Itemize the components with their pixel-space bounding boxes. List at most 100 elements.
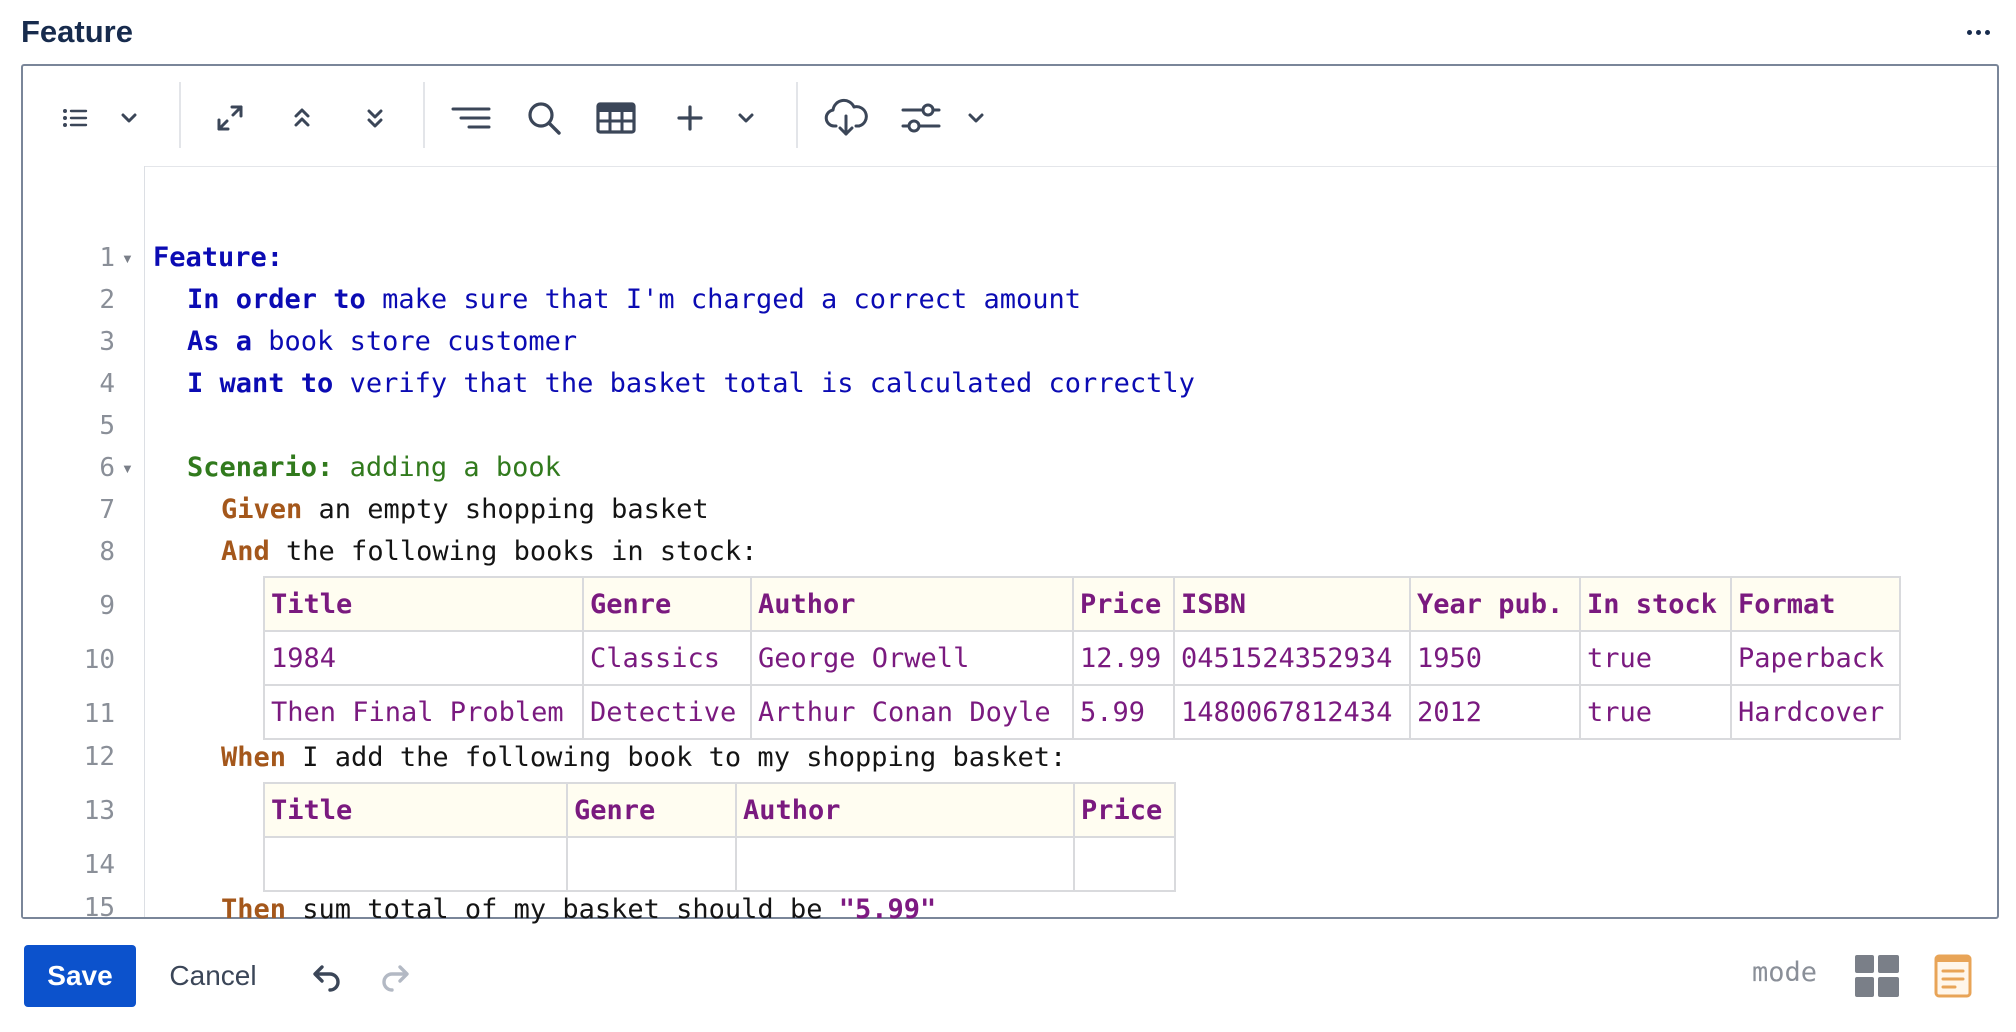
table-cell[interactable]: 2012 [1409, 684, 1581, 740]
toolbar-divider [179, 82, 181, 148]
table-cell[interactable]: Classics [582, 630, 752, 686]
line-number: 3 [99, 327, 115, 357]
string-literal: "5.99" [838, 894, 937, 925]
search-icon[interactable] [522, 96, 566, 140]
chevron-down-icon[interactable] [954, 96, 998, 140]
table-header-cell[interactable]: Price [1073, 782, 1176, 838]
table-header-cell[interactable]: Title [263, 782, 568, 838]
chevron-down-icon[interactable] [724, 96, 768, 140]
cancel-button[interactable]: Cancel [152, 945, 274, 1007]
table-cell[interactable] [735, 836, 1075, 892]
book-to-add-table: Title Genre Author Price [263, 782, 1176, 892]
line-number: 6 [99, 453, 115, 483]
line-number: 5 [99, 411, 115, 441]
chevron-down-icon[interactable] [107, 96, 151, 140]
step-text: I add the following book to my shopping … [286, 742, 1067, 773]
table-row [263, 836, 1176, 892]
table-cell[interactable] [263, 836, 568, 892]
step-text: the following books in stock: [269, 536, 758, 567]
collapse-down-icon[interactable] [353, 96, 397, 140]
collapse-up-icon[interactable] [280, 96, 324, 140]
keyword: As a [187, 326, 253, 357]
toolbar-divider [423, 82, 425, 148]
step-text: an empty shopping basket [302, 494, 709, 525]
table-cell[interactable]: 1950 [1409, 630, 1581, 686]
table-header-cell[interactable]: In stock [1579, 576, 1732, 632]
code-line-12: When I add the following book to my shop… [221, 744, 1066, 771]
table-cell[interactable]: true [1579, 630, 1732, 686]
cloud-download-icon[interactable] [824, 96, 868, 140]
books-in-stock-table: Title Genre Author Price ISBN Year pub. … [263, 576, 1901, 740]
redo-icon[interactable] [378, 960, 414, 994]
code-editor[interactable]: 1 2 3 4 5 6 7 8 9 10 11 12 13 14 15 ▼ ▼ … [23, 166, 1997, 923]
list-icon[interactable] [53, 96, 97, 140]
line-number: 10 [83, 645, 115, 675]
table-cell[interactable]: Hardcover [1730, 684, 1901, 740]
table-cell[interactable]: Paperback [1730, 630, 1901, 686]
expand-icon[interactable] [208, 96, 252, 140]
table-header-row: Title Genre Author Price [263, 782, 1176, 838]
table-cell[interactable]: George Orwell [750, 630, 1074, 686]
table-icon[interactable] [594, 96, 638, 140]
step-text: sum total of my basket should be [286, 894, 839, 925]
table-cell[interactable]: 1984 [263, 630, 584, 686]
save-button[interactable]: Save [24, 945, 136, 1007]
table-cell[interactable] [1073, 836, 1176, 892]
code-line-2: In order to make sure that I'm charged a… [187, 286, 1081, 313]
table-cell[interactable]: 12.99 [1072, 630, 1175, 686]
line-text: verify that the basket total is calculat… [333, 368, 1195, 399]
line-number: 7 [99, 495, 115, 525]
code-line-15: Then sum total of my basket should be "5… [221, 896, 936, 923]
plus-icon[interactable] [668, 96, 712, 140]
table-row: 1984 Classics George Orwell 12.99 045152… [263, 630, 1901, 686]
document-mode-icon[interactable] [1934, 954, 1972, 998]
table-header-cell[interactable]: Author [735, 782, 1075, 838]
line-number: 4 [99, 369, 115, 399]
line-number: 15 [83, 893, 115, 923]
table-header-cell[interactable]: Author [750, 576, 1074, 632]
table-cell[interactable]: 1480067812434 [1173, 684, 1411, 740]
line-text: make sure that I'm charged a correct amo… [365, 284, 1082, 315]
fold-toggle-icon[interactable]: ▼ [121, 251, 134, 266]
code-line-8: And the following books in stock: [221, 538, 757, 565]
table-header-cell[interactable]: Title [263, 576, 584, 632]
table-cell[interactable]: true [1579, 684, 1732, 740]
sliders-icon[interactable] [899, 96, 943, 140]
code-line-6: Scenario: adding a book [187, 454, 561, 481]
table-row: Then Final Problem Detective Arthur Cona… [263, 684, 1901, 740]
more-options-icon[interactable] [1958, 20, 1998, 44]
table-cell[interactable]: 5.99 [1072, 684, 1175, 740]
line-number: 12 [83, 742, 115, 772]
table-header-cell[interactable]: Price [1072, 576, 1175, 632]
feature-editor: 1 2 3 4 5 6 7 8 9 10 11 12 13 14 15 ▼ ▼ … [21, 64, 1999, 923]
mode-label: mode [1752, 957, 1818, 988]
grid-mode-icon[interactable] [1855, 955, 1899, 997]
line-number: 13 [83, 796, 115, 826]
scenario-keyword: Scenario: [187, 452, 334, 483]
fold-toggle-icon[interactable]: ▼ [121, 461, 134, 476]
line-number: 2 [99, 285, 115, 315]
code-line-7: Given an empty shopping basket [221, 496, 709, 523]
table-header-cell[interactable]: Genre [582, 576, 752, 632]
step-keyword: When [221, 742, 287, 773]
table-header-cell[interactable]: Format [1730, 576, 1901, 632]
undo-icon[interactable] [308, 960, 344, 994]
step-keyword: And [221, 536, 270, 567]
table-header-cell[interactable]: Year pub. [1409, 576, 1581, 632]
table-header-cell[interactable]: ISBN [1173, 576, 1411, 632]
table-cell[interactable]: Detective [582, 684, 752, 740]
align-right-lines-icon[interactable] [449, 96, 493, 140]
table-cell[interactable] [566, 836, 737, 892]
line-number: 9 [99, 591, 115, 621]
toolbar-divider [796, 82, 798, 148]
line-number: 1 [99, 243, 115, 273]
table-cell[interactable]: Arthur Conan Doyle [750, 684, 1074, 740]
table-cell[interactable]: 0451524352934 [1173, 630, 1411, 686]
step-keyword: Then [221, 894, 287, 925]
step-keyword: Given [221, 494, 303, 525]
code-line-1: Feature: [153, 244, 283, 271]
table-header-cell[interactable]: Genre [566, 782, 737, 838]
table-cell[interactable]: Then Final Problem [263, 684, 584, 740]
line-text: book store customer [252, 326, 578, 357]
scenario-title: adding a book [333, 452, 561, 483]
